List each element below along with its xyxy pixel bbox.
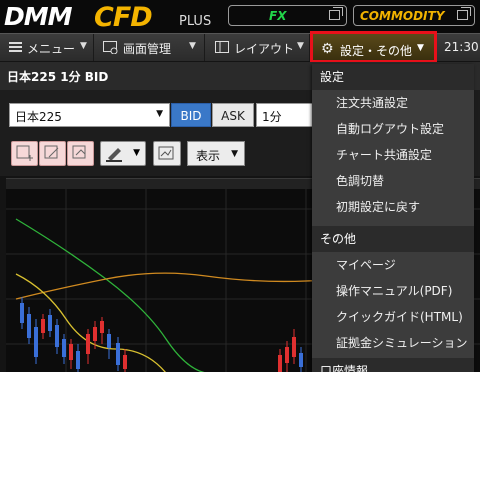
settle-chart-button[interactable] xyxy=(67,141,94,166)
screen-management-button[interactable]: 画面管理 ▼ xyxy=(95,34,205,61)
gear-icon: ⚙ xyxy=(321,41,334,57)
app-window: DMM CFD PLUS FX COMMODITY メニュー ▼ 画面管理 ▼ xyxy=(0,0,480,372)
section-header-settings: 設定 xyxy=(312,64,474,90)
chevron-down-icon: ▼ xyxy=(297,41,304,51)
settings-other-dropdown: 設定 注文共通設定 自動ログアウト設定 チャート共通設定 色調切替 初期設定に戻… xyxy=(312,64,474,372)
chevron-down-icon: ▼ xyxy=(189,41,196,51)
chevron-down-icon: ▼ xyxy=(417,43,424,53)
fx-label: FX xyxy=(269,9,287,23)
display-label: 表示 xyxy=(196,149,221,163)
timeframe-select[interactable]: 1分 xyxy=(256,103,316,127)
chart-plus-icon xyxy=(16,145,33,161)
menu-item-quick-guide[interactable]: クイックガイド(HTML) xyxy=(312,304,474,330)
timeframe-value: 1分 xyxy=(262,110,282,124)
candles-right xyxy=(278,329,303,372)
section-header-account-info[interactable]: 口座情報 xyxy=(312,358,474,372)
chart-image-icon xyxy=(158,146,174,160)
settings-other-button[interactable]: ⚙ 設定・その他 ▼ xyxy=(310,31,437,63)
chart-edit-icon xyxy=(44,145,59,159)
symbol-value: 日本225 xyxy=(15,110,62,124)
draw-tool-button[interactable]: ▼ xyxy=(100,141,146,166)
clock: 21:30 xyxy=(444,40,479,54)
settings-other-label: 設定・その他 xyxy=(340,44,413,58)
menu-bar: メニュー ▼ 画面管理 ▼ レイアウト ▼ ⚙ 設定・その他 ▼ 21:30 xyxy=(0,31,480,63)
display-dropdown-button[interactable]: 表示 ▼ xyxy=(187,141,245,166)
menu-item-margin-simulation[interactable]: 証拠金シミュレーション xyxy=(312,330,474,356)
menu-item-my-page[interactable]: マイページ xyxy=(312,252,474,278)
screen-icon xyxy=(103,41,118,57)
window-icon xyxy=(329,7,343,20)
header-bar: DMM CFD PLUS FX COMMODITY xyxy=(0,0,480,33)
fx-switch-button[interactable]: FX xyxy=(228,5,347,26)
menu-item-auto-logout-settings[interactable]: 自動ログアウト設定 xyxy=(312,116,474,142)
logo-plus: PLUS xyxy=(179,14,212,29)
window-icon xyxy=(457,7,471,20)
moving-average-yellow xyxy=(15,273,166,372)
menu-item-chart-settings[interactable]: チャート共通設定 xyxy=(312,142,474,168)
menu-item-manual-pdf[interactable]: 操作マニュアル(PDF) xyxy=(312,278,474,304)
menu-label: メニュー xyxy=(27,42,76,56)
layout-label: レイアウト xyxy=(234,42,295,56)
logo-dmm: DMM xyxy=(4,2,73,31)
screen-management-label: 画面管理 xyxy=(123,42,172,56)
chevron-down-icon: ▼ xyxy=(133,148,140,158)
chart-snapshot-button[interactable] xyxy=(153,141,181,166)
commodity-switch-button[interactable]: COMMODITY xyxy=(353,5,475,26)
chart-window-title: 日本225 1分 BID xyxy=(7,70,109,84)
layout-button[interactable]: レイアウト ▼ xyxy=(206,34,310,61)
menu-item-color-theme[interactable]: 色調切替 xyxy=(312,168,474,194)
hamburger-icon xyxy=(9,41,22,56)
order-chart-button[interactable] xyxy=(39,141,66,166)
moving-average-orange xyxy=(15,272,334,300)
menu-item-order-settings[interactable]: 注文共通設定 xyxy=(312,90,474,116)
symbol-select[interactable]: 日本225 ▼ xyxy=(9,103,170,127)
new-order-chart-button[interactable] xyxy=(11,141,38,166)
logo-cfd: CFD xyxy=(94,2,153,33)
layout-icon xyxy=(215,41,229,56)
commodity-label: COMMODITY xyxy=(360,9,445,23)
chevron-down-icon: ▼ xyxy=(80,41,87,51)
chevron-down-icon: ▼ xyxy=(156,109,163,119)
bid-toggle[interactable]: BID xyxy=(171,103,211,127)
candles-left xyxy=(20,297,127,372)
menu-item-reset-defaults[interactable]: 初期設定に戻す xyxy=(312,194,474,220)
chart-settle-icon xyxy=(72,145,86,159)
section-header-other: その他 xyxy=(312,226,474,252)
ask-toggle[interactable]: ASK xyxy=(212,103,254,127)
pen-icon xyxy=(106,148,122,162)
chevron-down-icon: ▼ xyxy=(231,149,238,159)
menu-button[interactable]: メニュー ▼ xyxy=(0,34,94,61)
